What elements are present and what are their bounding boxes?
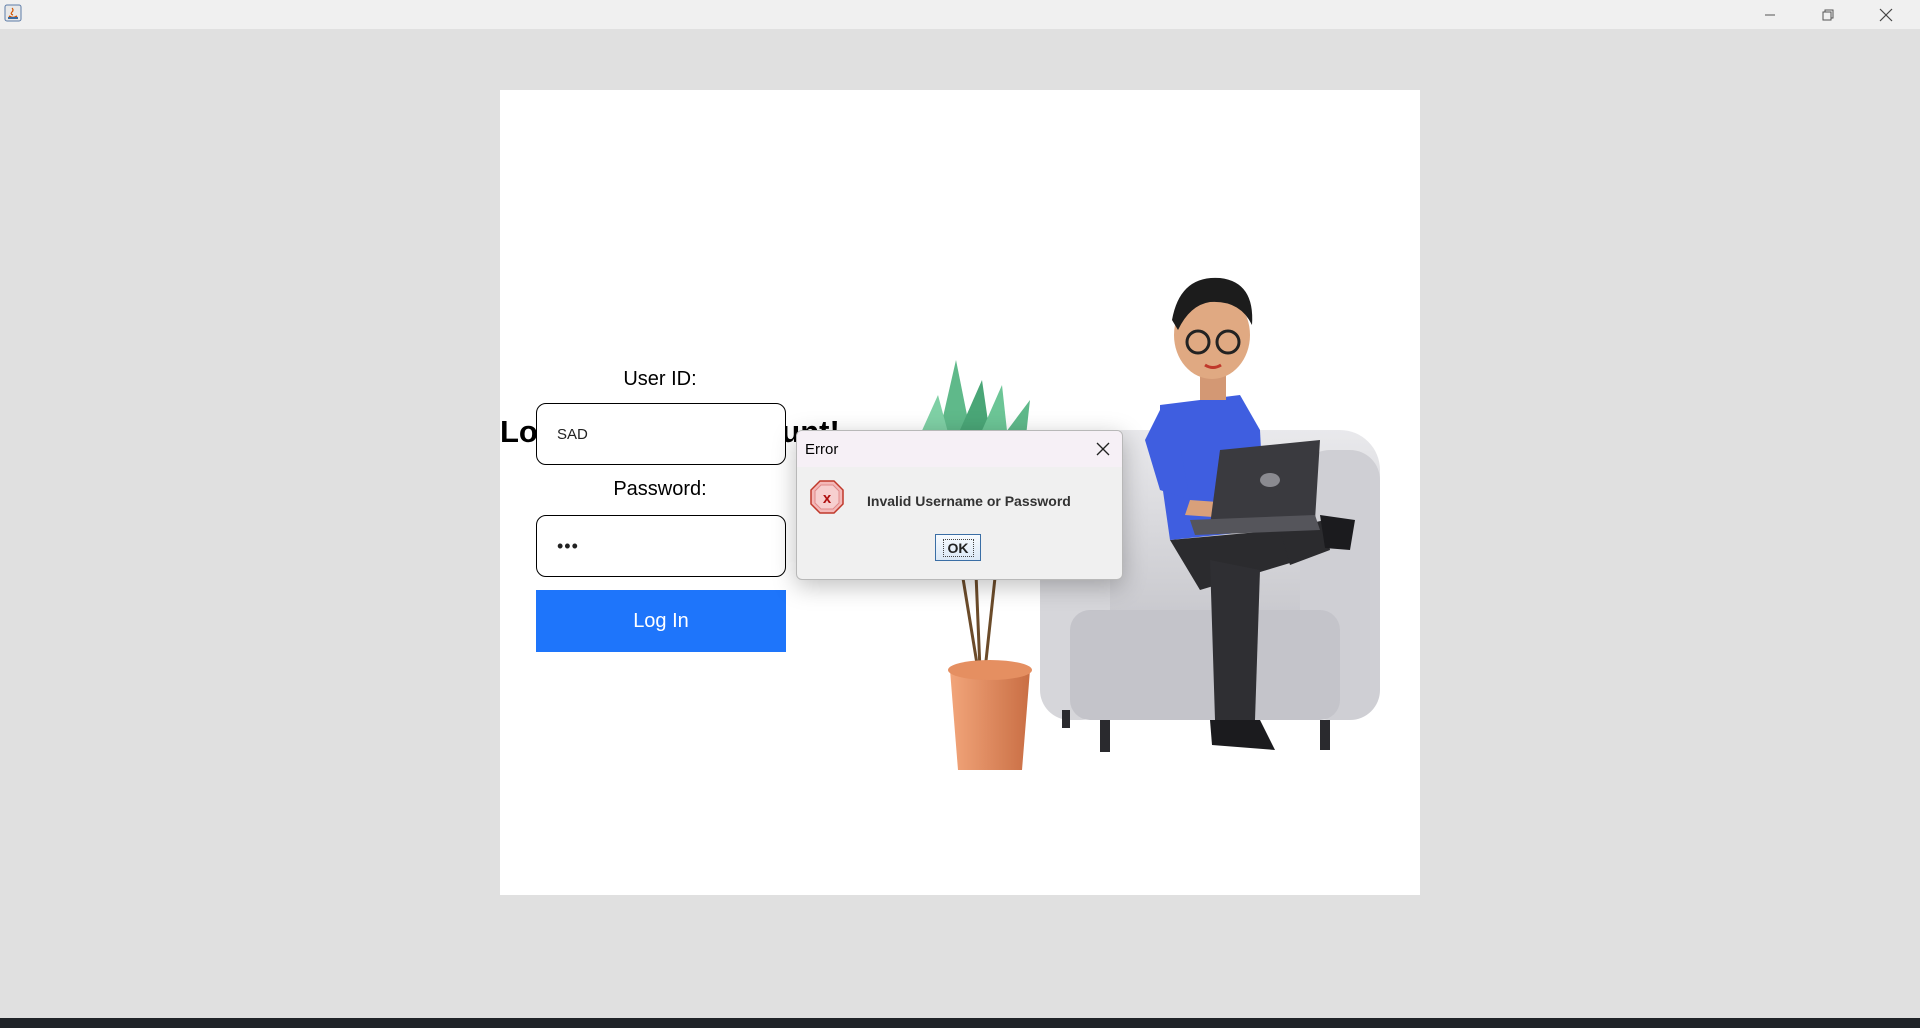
close-icon: [1879, 8, 1893, 21]
restore-button[interactable]: [1800, 0, 1856, 29]
dialog-titlebar: Error: [797, 431, 1122, 467]
userid-field[interactable]: SAD: [536, 403, 786, 465]
close-button[interactable]: [1858, 0, 1914, 29]
taskbar-edge: [0, 1018, 1920, 1028]
java-icon: [4, 4, 22, 22]
svg-text:x: x: [823, 490, 832, 507]
restore-icon: [1822, 9, 1834, 20]
password-label: Password:: [613, 478, 707, 500]
ok-button-label: OK: [942, 538, 974, 557]
ok-button[interactable]: OK: [935, 534, 981, 561]
dialog-title: Error: [805, 441, 839, 458]
userid-label: User ID:: [623, 368, 697, 390]
error-dialog: Error x Invalid Username or Password OK: [796, 430, 1123, 580]
dialog-message: Invalid Username or Password: [867, 493, 1071, 509]
password-value: •••: [557, 535, 579, 556]
dialog-close-button[interactable]: [1090, 436, 1116, 462]
minimize-button[interactable]: [1742, 0, 1798, 29]
minimize-icon: [1765, 14, 1775, 15]
userid-value: SAD: [557, 425, 588, 443]
password-field[interactable]: •••: [536, 515, 786, 577]
error-icon: x: [810, 480, 844, 514]
login-button[interactable]: Log In: [536, 590, 786, 652]
close-icon: [1096, 442, 1110, 456]
window-titlebar: [0, 0, 1920, 29]
